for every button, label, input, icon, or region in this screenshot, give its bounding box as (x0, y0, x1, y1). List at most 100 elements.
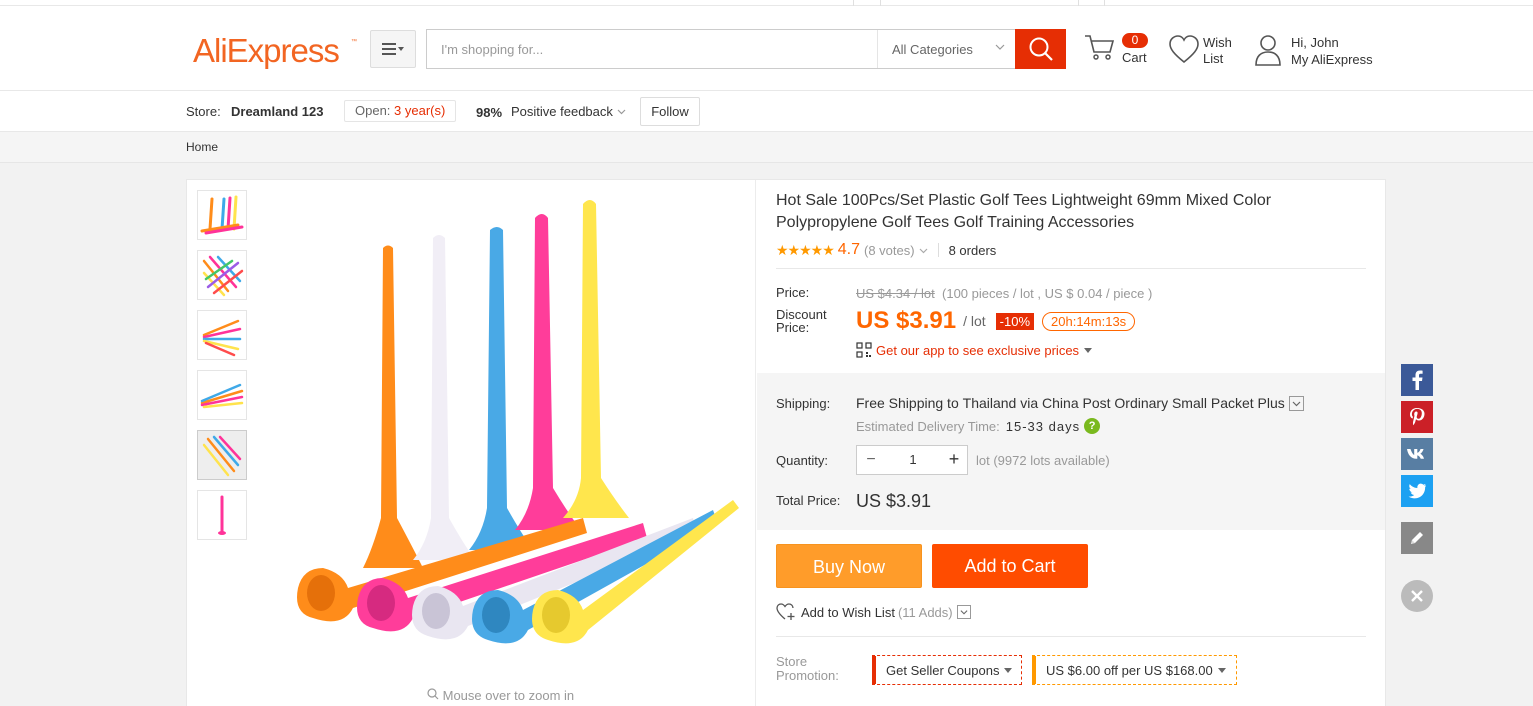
follow-button[interactable]: Follow (640, 97, 700, 126)
discount-badge: -10% (995, 312, 1035, 330)
pinterest-share-button[interactable] (1401, 401, 1433, 433)
thumbnail-image[interactable] (197, 190, 247, 240)
quantity-increase-button[interactable]: + (941, 446, 967, 474)
edit-button[interactable] (1401, 522, 1433, 554)
chevron-down-icon (956, 605, 971, 619)
user-icon (1255, 35, 1281, 66)
heart-icon (1169, 35, 1199, 64)
image-gallery: Mouse over to zoom in (187, 180, 756, 706)
price-unit: / lot (963, 313, 986, 329)
quantity-label: Quantity: (776, 453, 829, 468)
buy-now-button[interactable]: Buy Now (776, 544, 922, 588)
product-card: Mouse over to zoom in Hot Sale 100Pcs/Se… (186, 179, 1386, 706)
close-icon (1411, 590, 1423, 602)
feedback-dropdown[interactable]: Positive feedback (511, 104, 626, 119)
search-icon (1029, 37, 1053, 61)
wish-list-label: Wish List (1203, 35, 1232, 66)
price-label: Price: (776, 285, 810, 300)
vk-share-button[interactable] (1401, 438, 1433, 470)
thumbnail-image[interactable] (197, 310, 247, 360)
breadcrumb-home[interactable]: Home (186, 140, 218, 154)
product-title: Hot Sale 100Pcs/Set Plastic Golf Tees Li… (776, 192, 1272, 231)
order-count: 8 orders (948, 242, 997, 258)
store-promotion-label: Store Promotion: (776, 654, 839, 683)
main-product-image[interactable] (263, 188, 743, 658)
aliexpress-logo[interactable]: AliExpress ™ (193, 28, 361, 74)
help-icon[interactable]: ? (1084, 418, 1101, 434)
zoom-hint: Mouse over to zoom in (427, 688, 574, 703)
cart-link[interactable]: 0 Cart (1084, 32, 1164, 72)
shipping-label: Shipping: (776, 396, 831, 411)
chevron-down-icon[interactable] (919, 246, 928, 255)
caret-down-icon (1217, 667, 1226, 673)
category-select-value: All Categories (892, 41, 973, 57)
quantity-stepper: − 1 + (856, 445, 968, 475)
store-label: Store: (186, 104, 221, 119)
svg-text:™: ™ (351, 38, 357, 45)
twitter-share-button[interactable] (1401, 475, 1433, 507)
twitter-icon (1408, 483, 1426, 499)
caret-down-icon (1084, 347, 1093, 353)
discount-price-row: US $3.91 / lot -10% 20h:14m:13s (856, 307, 1136, 335)
add-to-cart-button[interactable]: Add to Cart (932, 544, 1088, 588)
quantity-decrease-button[interactable]: − (857, 446, 885, 474)
shipping-method[interactable]: Free Shipping to Thailand via China Post… (856, 395, 1304, 411)
cart-label: Cart (1122, 50, 1147, 65)
caret-down-icon (1004, 667, 1013, 673)
chevron-down-icon (995, 44, 1005, 50)
hamburger-icon (382, 43, 404, 55)
logo-text: AliExpress (193, 32, 339, 69)
quantity-input[interactable]: 1 (885, 446, 941, 474)
store-discount-dropdown[interactable]: US $6.00 off per US $168.00 (1032, 655, 1237, 685)
account-link[interactable]: Hi, John My AliExpress (1254, 34, 1384, 74)
app-promo-link[interactable]: Get our app to see exclusive prices (856, 342, 1093, 358)
chevron-down-icon (1288, 395, 1304, 411)
pinterest-icon (1410, 408, 1425, 426)
countdown-timer: 20h:14m:13s (1042, 311, 1136, 331)
breadcrumb: Home (0, 132, 1533, 163)
site-header: AliExpress ™ All Categories (0, 6, 1533, 91)
divider (937, 243, 939, 257)
shipping-panel: Shipping: Free Shipping to Thailand via … (757, 373, 1385, 530)
close-button[interactable] (1401, 580, 1433, 612)
qr-code-icon (856, 342, 872, 358)
search-input[interactable] (427, 30, 877, 68)
category-select[interactable]: All Categories (877, 30, 1015, 68)
rating-votes[interactable]: (8 votes) (864, 243, 915, 258)
edit-icon (1411, 532, 1423, 544)
wish-list-link[interactable]: Wish List (1168, 34, 1248, 74)
store-name[interactable]: Dreamland 123 (231, 104, 324, 119)
feedback-percent: 98% (476, 105, 503, 120)
seller-coupons-dropdown[interactable]: Get Seller Coupons (872, 655, 1022, 685)
search-bar: All Categories (426, 29, 1066, 69)
facebook-icon (1412, 370, 1423, 390)
category-menu-button[interactable] (370, 30, 416, 68)
discount-price-label: Discount Price: (776, 307, 827, 335)
rating-stars-icon: ★★★★★ (776, 241, 835, 258)
chevron-down-icon (617, 109, 625, 115)
facebook-share-button[interactable] (1401, 364, 1433, 396)
store-open-badge: Open: 3 year(s) (344, 100, 457, 122)
delivery-estimate: Estimated Delivery Time: 15-33 days ? (856, 418, 1101, 434)
account-label: Hi, John My AliExpress (1291, 35, 1373, 67)
cart-count-badge: 0 (1122, 33, 1148, 48)
cart-icon (1085, 35, 1115, 60)
thumbnail-image[interactable] (197, 250, 247, 300)
divider (776, 636, 1366, 637)
thumbnail-image[interactable] (197, 490, 247, 540)
thumbnail-image[interactable] (197, 370, 247, 420)
heart-plus-icon (776, 603, 795, 620)
store-bar: Store: Dreamland 123 Open: 3 year(s) 98%… (0, 91, 1533, 132)
total-price: US $3.91 (856, 491, 932, 511)
divider (776, 268, 1366, 269)
product-info: Hot Sale 100Pcs/Set Plastic Golf Tees Li… (757, 180, 1385, 706)
total-price-label: Total Price: (776, 493, 841, 508)
rating-row: ★★★★★ 4.7 (8 votes) 8 orders (776, 241, 996, 259)
thumbnail-image-selected[interactable] (197, 430, 247, 480)
quantity-available: lot (9972 lots available) (976, 453, 1110, 468)
magnifier-icon (427, 688, 439, 700)
vk-icon (1407, 449, 1424, 459)
add-to-wish-list-button[interactable]: Add to Wish List (11 Adds) (776, 603, 971, 621)
search-button[interactable] (1015, 29, 1066, 69)
discount-price: US $3.91 (856, 307, 957, 334)
